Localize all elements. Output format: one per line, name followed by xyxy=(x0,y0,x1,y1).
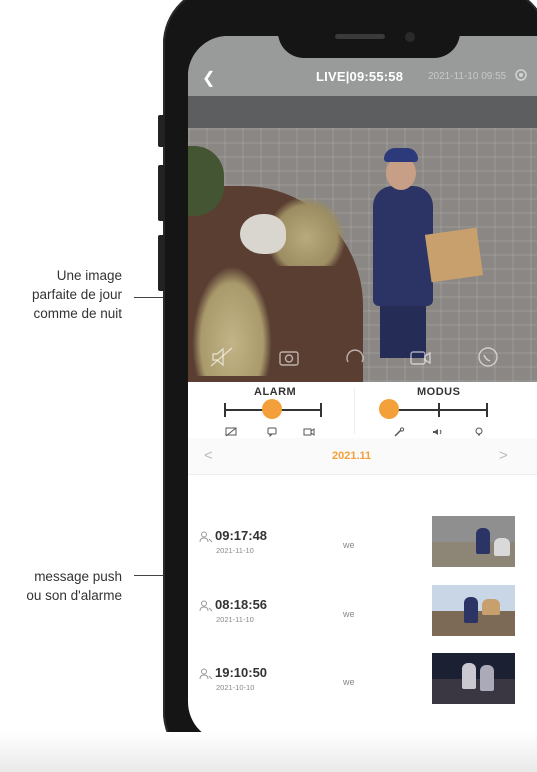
app-screen: ❮ LIVE|09:55:58 2021-11-10 09:55 ALARM M… xyxy=(188,36,537,742)
event-date: 2021-11-10 xyxy=(216,546,254,555)
event-time: 09:17:48 xyxy=(215,528,268,543)
live-video-feed[interactable]: ❮ LIVE|09:55:58 2021-11-10 09:55 xyxy=(188,36,537,382)
modus-label: MODUS xyxy=(417,386,461,398)
event-user: we xyxy=(343,540,355,550)
mute-icon[interactable] xyxy=(210,346,234,368)
month-prev-button[interactable]: < xyxy=(204,447,213,464)
event-time: 19:10:50 xyxy=(215,665,268,680)
video-icon[interactable] xyxy=(409,346,433,368)
volume-icon[interactable] xyxy=(432,424,444,435)
motion-icon[interactable] xyxy=(303,424,315,436)
event-row[interactable]: 08:18:56 2021-11-10 we xyxy=(188,585,537,657)
push-icon[interactable] xyxy=(225,424,237,437)
person-icon xyxy=(199,530,213,543)
camera-icon[interactable] xyxy=(277,346,301,368)
modus-slider-track[interactable] xyxy=(387,409,487,411)
event-row[interactable]: 09:17:48 2021-11-10 we xyxy=(188,516,537,588)
phone-speaker xyxy=(335,34,385,39)
settings-icon[interactable] xyxy=(514,68,528,82)
phone-side-button-3 xyxy=(158,235,165,291)
bottom-fade xyxy=(0,732,537,772)
month-next-button[interactable]: > xyxy=(499,447,508,464)
phone-side-button-1 xyxy=(158,115,165,147)
modus-tick-end xyxy=(486,403,488,417)
phone-icon[interactable] xyxy=(476,346,500,368)
phone-side-button-2 xyxy=(158,165,165,221)
phone-notch xyxy=(278,0,460,58)
modus-slider-knob[interactable] xyxy=(379,399,399,419)
callout-image-quality: Une image parfaite de jour comme de nuit xyxy=(31,268,122,321)
live-time-label: LIVE|09:55:58 xyxy=(316,69,404,84)
event-time: 08:18:56 xyxy=(215,597,268,612)
bulb-icon[interactable] xyxy=(473,424,485,436)
event-thumbnail[interactable] xyxy=(432,585,515,636)
back-chevron-icon[interactable]: ❮ xyxy=(202,68,215,88)
month-label: 2021.11 xyxy=(332,450,372,462)
event-date: 2021-10-10 xyxy=(216,683,255,692)
front-camera xyxy=(405,32,415,42)
month-navigator: < 2021.11 > xyxy=(188,438,537,475)
alarm-tick-end xyxy=(320,403,322,417)
alarm-label: ALARM xyxy=(254,386,297,398)
event-user: we xyxy=(343,677,355,687)
event-date: 2021-11-10 xyxy=(216,615,254,624)
alarm-slider-knob[interactable] xyxy=(262,399,282,419)
event-thumbnail[interactable] xyxy=(432,653,515,704)
event-user: we xyxy=(343,609,355,619)
live-date-label: 2021-11-10 09:55 xyxy=(428,71,507,82)
event-row[interactable]: 19:10:50 2021-10-10 we xyxy=(188,653,537,725)
modus-tick-mid xyxy=(438,403,440,417)
alarm-tick-start xyxy=(224,403,226,417)
record-icon[interactable] xyxy=(343,346,367,368)
alarm-icon[interactable] xyxy=(266,424,278,438)
callout-push-message: message push ou son d'alarme xyxy=(26,569,122,603)
person-icon xyxy=(199,667,213,680)
tool-icon[interactable] xyxy=(393,424,405,437)
event-thumbnail[interactable] xyxy=(432,516,515,567)
control-divider xyxy=(354,388,355,434)
person-icon xyxy=(199,599,213,612)
